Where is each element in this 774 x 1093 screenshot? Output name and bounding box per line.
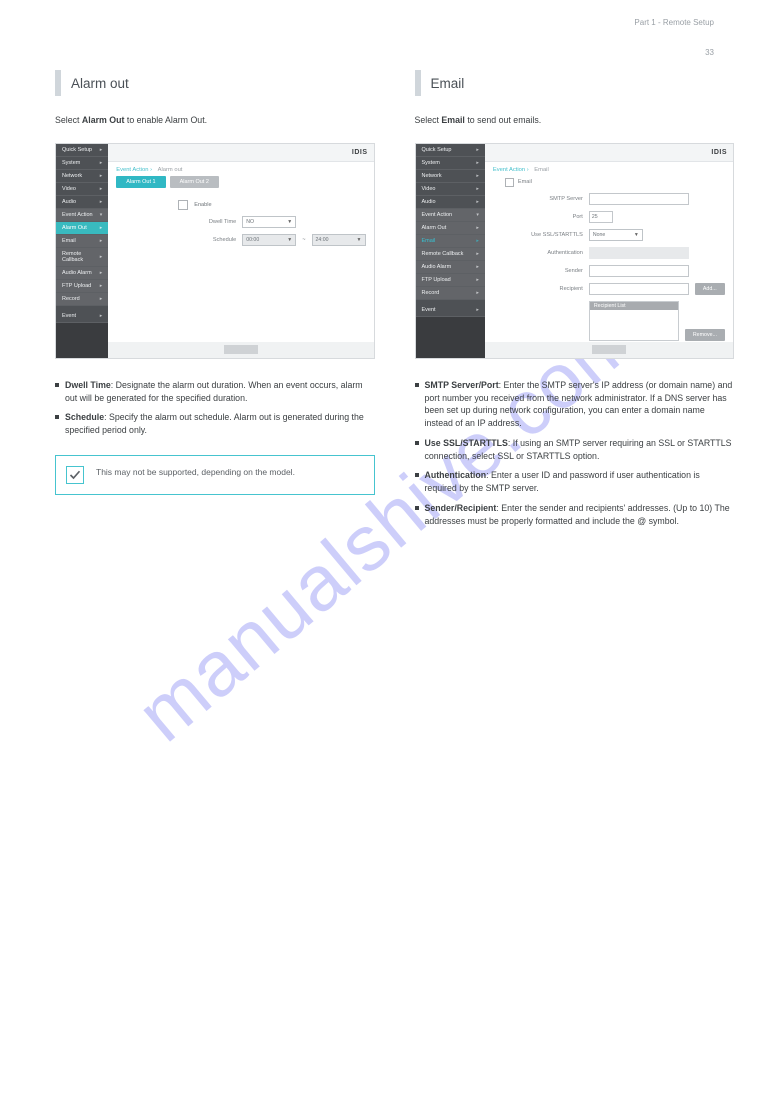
email-enable-checkbox[interactable]	[505, 178, 514, 187]
dwell-time-label: Dwell Time	[178, 219, 236, 225]
breadcrumb: Event Action › Alarm out	[108, 162, 373, 176]
sidebar-item-record[interactable]: Record▸	[56, 293, 108, 306]
smtp-server-label: SMTP Server	[525, 196, 583, 202]
enable-checkbox[interactable]	[178, 200, 188, 210]
sidebar: Quick Setup▸ System▸ Network▸ Video▸ Aud…	[416, 144, 485, 358]
save-button[interactable]	[224, 345, 258, 354]
recipient-list-header: Recipient List	[590, 302, 678, 310]
email-enable-label: Email	[518, 179, 532, 185]
recipient-input[interactable]	[589, 283, 689, 295]
sidebar-item-network[interactable]: Network▸	[416, 170, 485, 183]
sidebar-item-event[interactable]: Event▸	[416, 304, 485, 317]
page-number: 33	[705, 48, 714, 57]
sidebar-item-event-action[interactable]: Event Action▾	[56, 209, 108, 222]
ssl-select[interactable]: None▼	[589, 229, 643, 241]
schedule-to-select[interactable]: 24:00▼	[312, 234, 366, 246]
authentication-label: Authentication	[525, 250, 583, 256]
sidebar-item-quick-setup[interactable]: Quick Setup▸	[56, 144, 108, 157]
section-title-alarm-out: Alarm out	[71, 76, 129, 91]
sidebar-item-alarm-out[interactable]: Alarm Out▸	[56, 222, 108, 235]
tip-box: This may not be supported, depending on …	[55, 455, 375, 495]
sidebar-item-audio[interactable]: Audio▸	[416, 196, 485, 209]
email-intro: Select Email to send out emails.	[415, 114, 735, 127]
sidebar-item-record[interactable]: Record▸	[416, 287, 485, 300]
sidebar-item-audio-alarm[interactable]: Audio Alarm▸	[56, 267, 108, 280]
sidebar-item-event[interactable]: Event▸	[56, 310, 108, 323]
port-label: Port	[525, 214, 583, 220]
tab-alarm-out-2[interactable]: Alarm Out 2	[170, 176, 219, 188]
recipient-label: Recipient	[525, 286, 583, 292]
bullet-ssl: Use SSL/STARTTLS: If using an SMTP serve…	[415, 437, 735, 463]
sidebar-item-audio-alarm[interactable]: Audio Alarm▸	[416, 261, 485, 274]
sidebar-item-network[interactable]: Network▸	[56, 170, 108, 183]
sender-input[interactable]	[589, 265, 689, 277]
schedule-from-select[interactable]: 00:00▼	[242, 234, 296, 246]
sidebar-item-email[interactable]: Email▸	[56, 235, 108, 248]
recipient-list[interactable]: Recipient List	[589, 301, 679, 341]
dwell-time-select[interactable]: NO▼	[242, 216, 296, 228]
save-button[interactable]	[592, 345, 626, 354]
sidebar-item-ftp-upload[interactable]: FTP Upload▸	[416, 274, 485, 287]
bullet-auth: Authentication: Enter a user ID and pass…	[415, 469, 735, 495]
bullet-dwell-time: Dwell Time: Designate the alarm out dura…	[55, 379, 375, 405]
alarm-out-screenshot: Quick Setup▸ System▸ Network▸ Video▸ Aud…	[55, 143, 375, 359]
breadcrumb: Event Action › Email	[485, 162, 733, 176]
email-screenshot: Quick Setup▸ System▸ Network▸ Video▸ Aud…	[415, 143, 735, 359]
check-icon	[66, 466, 84, 484]
ssl-label: Use SSL/STARTTLS	[525, 232, 583, 238]
sidebar-item-email[interactable]: Email▸	[416, 235, 485, 248]
logo: IDIS	[711, 149, 727, 156]
sidebar: Quick Setup▸ System▸ Network▸ Video▸ Aud…	[56, 144, 108, 358]
sidebar-item-alarm-out[interactable]: Alarm Out▸	[416, 222, 485, 235]
remove-recipient-button[interactable]: Remove...	[685, 329, 725, 341]
right-column: Email Select Email to send out emails. Q…	[415, 70, 735, 534]
sidebar-item-remote-callback[interactable]: Remote Callback▸	[416, 248, 485, 261]
bullet-smtp: SMTP Server/Port: Enter the SMTP server'…	[415, 379, 735, 430]
sender-label: Sender	[525, 268, 583, 274]
section-accent-bar	[415, 70, 421, 96]
port-input[interactable]: 25	[589, 211, 613, 223]
sidebar-item-video[interactable]: Video▸	[56, 183, 108, 196]
bullet-sender-recipient: Sender/Recipient: Enter the sender and r…	[415, 502, 735, 528]
alarm-out-intro: Select Alarm Out to enable Alarm Out.	[55, 114, 375, 127]
sidebar-item-video[interactable]: Video▸	[416, 183, 485, 196]
schedule-separator: ~	[302, 237, 305, 243]
left-column: Alarm out Select Alarm Out to enable Ala…	[55, 70, 375, 534]
sidebar-item-ftp-upload[interactable]: FTP Upload▸	[56, 280, 108, 293]
sidebar-item-system[interactable]: System▸	[416, 157, 485, 170]
section-accent-bar	[55, 70, 61, 96]
sidebar-item-remote-callback[interactable]: Remote Callback▸	[56, 248, 108, 267]
add-recipient-button[interactable]: Add...	[695, 283, 725, 295]
logo: IDIS	[352, 149, 368, 156]
sidebar-item-event-action[interactable]: Event Action▾	[416, 209, 485, 222]
sidebar-item-system[interactable]: System▸	[56, 157, 108, 170]
sidebar-item-quick-setup[interactable]: Quick Setup▸	[416, 144, 485, 157]
section-title-email: Email	[431, 76, 465, 91]
enable-label: Enable	[194, 202, 211, 208]
tip-text: This may not be supported, depending on …	[96, 466, 295, 479]
schedule-label: Schedule	[178, 237, 236, 243]
smtp-server-input[interactable]	[589, 193, 689, 205]
authentication-button[interactable]	[589, 247, 689, 259]
sidebar-item-audio[interactable]: Audio▸	[56, 196, 108, 209]
page-header-text: Part 1 - Remote Setup	[634, 18, 714, 27]
bullet-schedule: Schedule: Specify the alarm out schedule…	[55, 411, 375, 437]
tab-alarm-out-1[interactable]: Alarm Out 1	[116, 176, 165, 188]
